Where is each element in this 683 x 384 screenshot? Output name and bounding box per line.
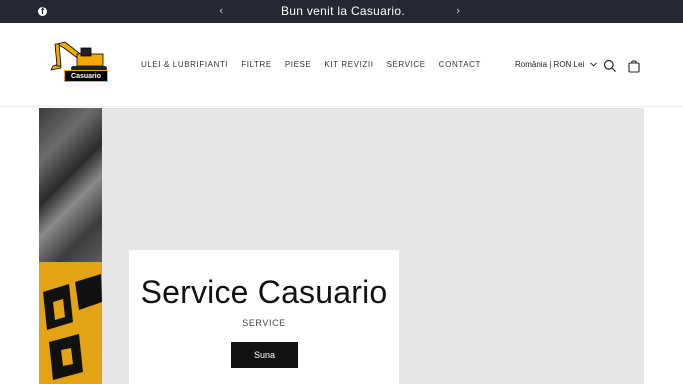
nav-item-filtre[interactable]: FILTRE: [241, 59, 272, 71]
search-button[interactable]: [603, 59, 617, 73]
hero-image-jcb: [39, 262, 102, 384]
cart-icon: [628, 60, 640, 73]
site-header: Casuario ULEI & LUBRIFIANTI FILTRE PIESE…: [0, 23, 683, 107]
logo-wordmark: Casuario: [64, 70, 108, 82]
nav-item-kit-revizii[interactable]: KIT REVIZII: [324, 59, 373, 71]
hero-image: [39, 108, 102, 384]
hero-content-card: Service Casuario SERVICE Suna: [129, 250, 399, 384]
nav-item-ulei-lubrifianti[interactable]: ULEI & LUBRIFIANTI: [141, 59, 228, 71]
announcement-next-icon[interactable]: ›: [456, 4, 460, 18]
nav-item-contact[interactable]: CONTACT: [439, 59, 481, 71]
main-nav: ULEI & LUBRIFIANTI FILTRE PIESE KIT REVI…: [141, 59, 494, 71]
announcement-prev-icon[interactable]: ‹: [219, 4, 223, 18]
nav-item-piese[interactable]: PIESE: [285, 59, 312, 71]
hero-title: Service Casuario: [140, 274, 388, 310]
site-logo[interactable]: Casuario: [47, 38, 111, 86]
cart-button[interactable]: [627, 59, 641, 73]
nav-item-service[interactable]: SERVICE: [387, 59, 426, 71]
hero-subtitle: SERVICE: [242, 318, 286, 328]
call-button[interactable]: Suna: [231, 342, 298, 368]
announcement-message: Bun venit la Casuario.: [281, 4, 405, 18]
hero-image-machinery: [39, 108, 102, 262]
facebook-icon[interactable]: f: [38, 6, 47, 16]
chevron-down-icon: [590, 62, 598, 67]
hero-banner: Service Casuario SERVICE Suna: [39, 108, 644, 384]
announcement-bar: f ‹ Bun venit la Casuario. ›: [0, 0, 683, 23]
locale-label: România | RON Lei: [515, 60, 585, 69]
search-icon: [603, 59, 617, 73]
country-currency-selector[interactable]: România | RON Lei: [515, 59, 598, 71]
